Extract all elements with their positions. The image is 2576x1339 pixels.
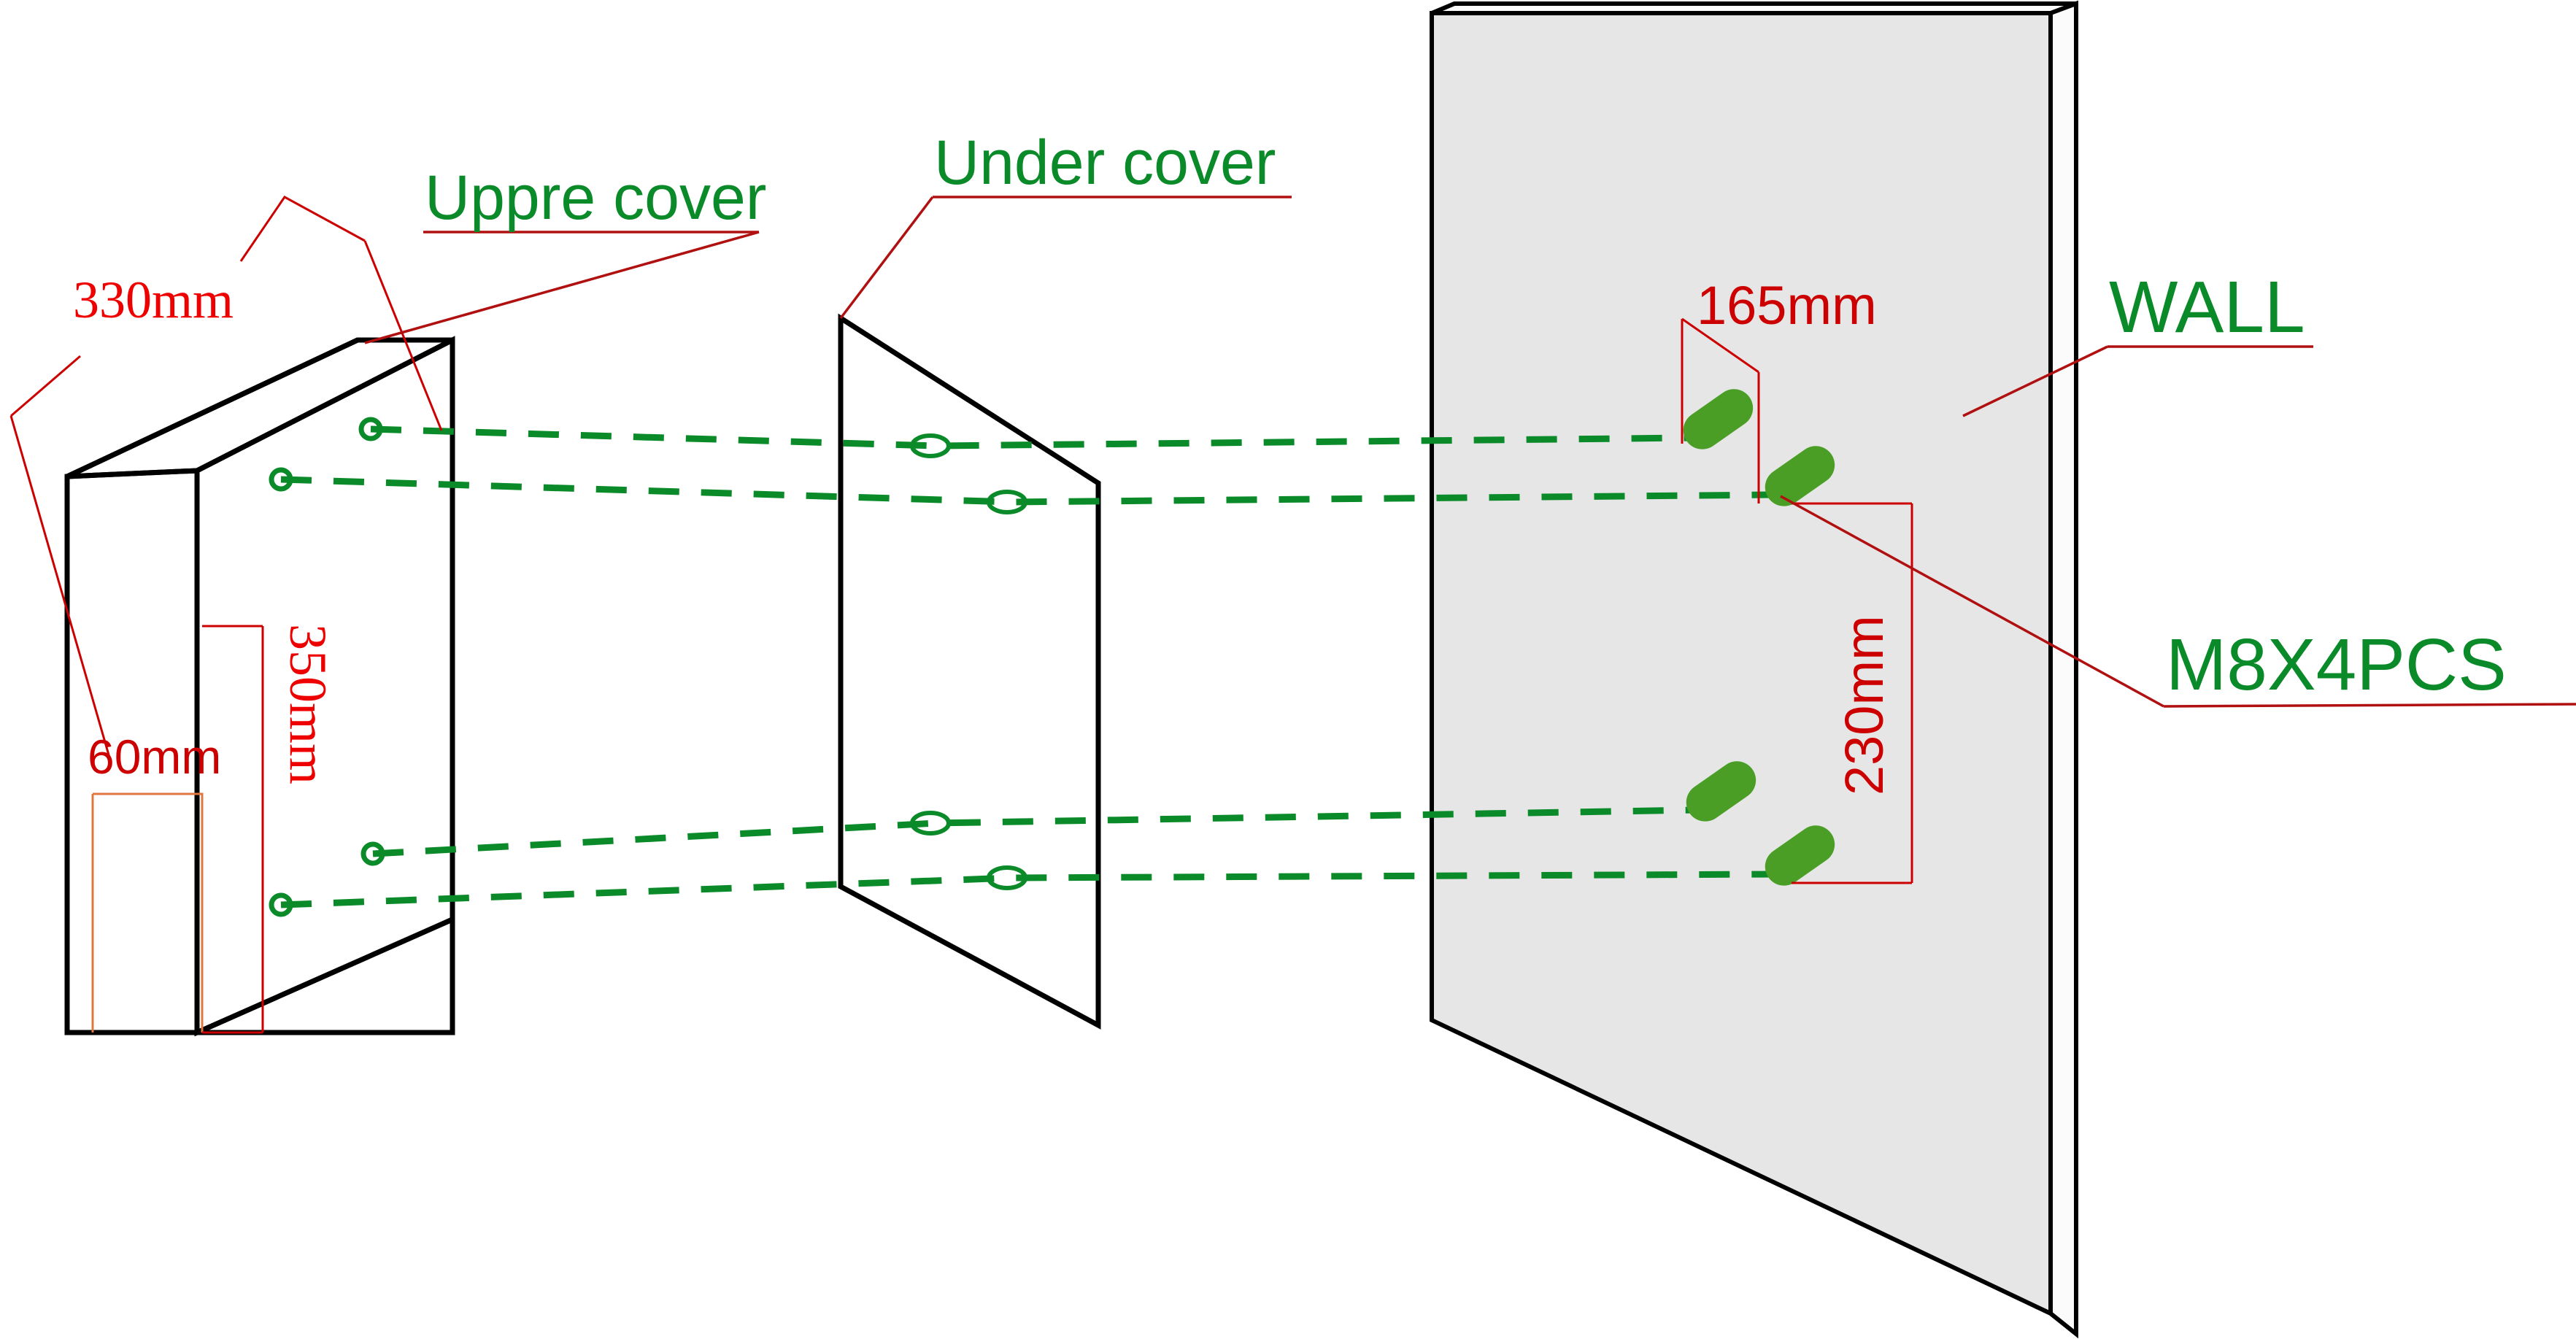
dim-60-text: 60mm bbox=[88, 730, 221, 784]
dim-330-text: 330mm bbox=[73, 271, 234, 329]
wall-face bbox=[1430, 11, 2053, 1317]
dim-330-upper-wing bbox=[239, 196, 366, 262]
dim-165-text: 165mm bbox=[1697, 275, 1877, 336]
under-cover-face bbox=[838, 313, 1101, 1030]
dim-350-text: 350mm bbox=[279, 624, 337, 784]
wall-panel bbox=[1430, 0, 2078, 1339]
dim-330-lower-wing bbox=[10, 355, 81, 417]
dim-60-bracket-left bbox=[93, 792, 204, 1033]
diagram-canvas: 330mm 60mm 350mm 165mm 230mm Uppre cover… bbox=[9, 0, 2576, 1339]
dimension-60: 60mm bbox=[88, 730, 221, 1033]
upper-cover-top-face bbox=[66, 337, 454, 479]
under-cover-part bbox=[838, 313, 1101, 1030]
upper-cover-body-outline bbox=[64, 337, 455, 1035]
installation-diagram: 330mm 60mm 350mm 165mm 230mm Uppre cover… bbox=[0, 0, 2576, 1339]
leader-upper-cover-line bbox=[364, 231, 760, 344]
wall-right-edge bbox=[2048, 0, 2078, 1339]
leader-under-cover-line bbox=[839, 196, 934, 320]
dim-330-lower-leg bbox=[9, 415, 111, 758]
label-wall: WALL bbox=[2109, 266, 2305, 348]
dim-330-upper-leg bbox=[363, 240, 443, 431]
dimension-350: 350mm bbox=[202, 624, 337, 1034]
wall-top-edge bbox=[1430, 1, 2078, 15]
label-under-cover: Under cover bbox=[934, 128, 1276, 198]
dim-230-text: 230mm bbox=[1834, 615, 1894, 795]
leader-upper-cover: Uppre cover bbox=[364, 163, 766, 344]
upper-cover-bottom-edge bbox=[67, 917, 454, 1035]
label-upper-cover: Uppre cover bbox=[425, 163, 766, 233]
upper-cover-part bbox=[64, 336, 455, 1037]
label-bolt-spec: M8X4PCS bbox=[2166, 624, 2507, 706]
leader-under-cover: Under cover bbox=[839, 128, 1292, 320]
